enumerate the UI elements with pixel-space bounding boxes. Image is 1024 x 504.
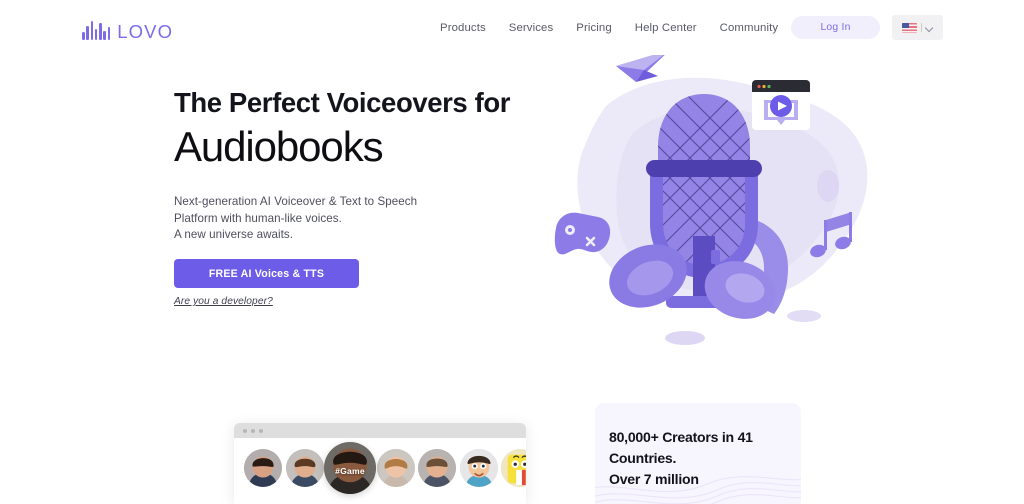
stats-line3: Over 7 million — [609, 471, 699, 487]
us-flag-icon — [902, 22, 917, 33]
language-selector[interactable] — [892, 15, 943, 40]
mockup-body: #Game — [234, 438, 526, 504]
logo-text: LOVO — [117, 21, 174, 42]
nav-item-help-center[interactable]: Help Center — [635, 20, 697, 36]
browser-play-window-icon — [752, 80, 810, 130]
page-title-line2: Audiobooks — [174, 123, 384, 170]
divider — [921, 23, 922, 32]
nav-item-pricing[interactable]: Pricing — [576, 20, 612, 36]
window-dot-yellow — [251, 428, 255, 433]
hero-subtitle-line2: Platform with human-like voices. — [174, 211, 342, 225]
waveform-icon — [82, 21, 111, 40]
stats-text: 80,000+ Creators in 41 Countries. Over 7… — [595, 403, 801, 490]
avatar-man-1[interactable] — [244, 449, 282, 487]
nav-item-services[interactable]: Services — [509, 20, 553, 36]
hero-subtitle-line3: A new universe awaits. — [174, 228, 294, 242]
game-controller-icon — [554, 212, 611, 255]
window-dot-red — [243, 428, 247, 433]
avatar-tag: #Game — [335, 465, 365, 476]
nav-item-products[interactable]: Products — [440, 20, 486, 36]
login-button[interactable]: Log In — [791, 16, 880, 39]
landing-page: LOVO Products Services Pricing Help Cent… — [0, 0, 1024, 504]
avatar-game-featured[interactable]: #Game — [324, 442, 376, 494]
avatar-man-3[interactable] — [418, 449, 456, 487]
hero-subtitle: Next-generation AI Voiceover & Text to S… — [174, 194, 524, 244]
developer-link[interactable]: Are you a developer? — [174, 296, 273, 307]
window-dot-green — [259, 428, 263, 433]
free-ai-voices-button[interactable]: FREE AI Voices & TTS — [174, 259, 359, 288]
stats-line2: Countries. — [609, 450, 677, 466]
avatar-woman-1[interactable] — [376, 449, 415, 487]
mockup-title-bar — [234, 423, 526, 438]
microphone-headphones-illustration — [540, 48, 880, 358]
stats-line1: 80,000+ Creators in 41 — [609, 429, 753, 445]
avatar-cartoon-1[interactable] — [459, 449, 498, 487]
hero-subtitle-line1: Next-generation AI Voiceover & Text to S… — [174, 195, 418, 208]
chevron-down-icon — [926, 24, 933, 31]
stats-card: 80,000+ Creators in 41 Countries. Over 7… — [595, 403, 801, 504]
hero-text-block: The Perfect Voiceovers for Audiobooks Ne… — [174, 86, 524, 244]
page-title-line1: The Perfect Voiceovers for — [174, 87, 511, 118]
lovo-logo[interactable]: LOVO — [82, 16, 174, 42]
site-header: LOVO Products Services Pricing Help Cent… — [0, 0, 1024, 55]
avatar-man-2[interactable] — [285, 449, 324, 487]
avatar-list: #Game — [244, 442, 526, 494]
nav-item-community[interactable]: Community — [720, 20, 779, 36]
voice-avatars-browser-mockup: #Game — [234, 423, 526, 504]
avatar-cartoon-2[interactable] — [501, 449, 526, 487]
